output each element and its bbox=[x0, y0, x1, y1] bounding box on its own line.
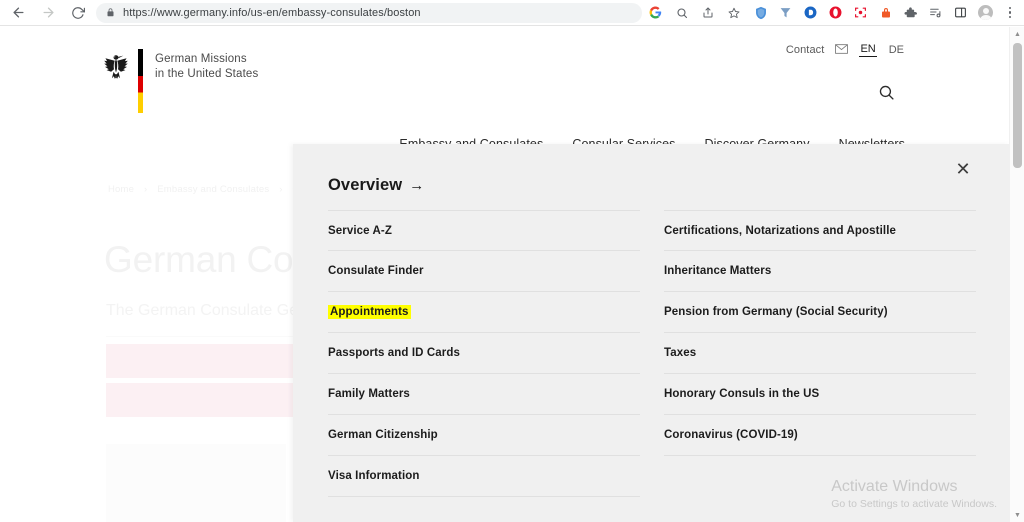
menu-item-label: Appointments bbox=[328, 305, 411, 319]
contact-link[interactable]: Contact bbox=[786, 44, 825, 56]
google-icon[interactable] bbox=[648, 5, 663, 20]
menu-item-appointments[interactable]: Appointments bbox=[328, 292, 640, 333]
menu-item-german-citizenship[interactable]: German Citizenship bbox=[328, 415, 640, 456]
menu-item-label: Consulate Finder bbox=[328, 265, 424, 277]
menu-item-certifications-notarizations-and-apostille[interactable]: Certifications, Notarizations and Aposti… bbox=[664, 210, 976, 251]
lang-de-link[interactable]: DE bbox=[888, 44, 905, 56]
site-search-button[interactable] bbox=[875, 81, 897, 103]
menu-item-coronavirus-covid-19[interactable]: Coronavirus (COVID-19) bbox=[664, 415, 976, 456]
menu-item-visa-information[interactable]: Visa Information bbox=[328, 456, 640, 497]
content-placeholder bbox=[106, 444, 286, 522]
menu-item-consulate-finder[interactable]: Consulate Finder bbox=[328, 251, 640, 292]
mega-menu-columns: Service A-Z Consulate Finder Appointment… bbox=[328, 210, 976, 497]
menu-item-label: Inheritance Matters bbox=[664, 265, 772, 277]
scrollbar-thumb[interactable] bbox=[1013, 43, 1022, 168]
menu-item-honorary-consuls-in-the-us[interactable]: Honorary Consuls in the US bbox=[664, 374, 976, 415]
back-button[interactable] bbox=[8, 3, 28, 23]
menu-item-family-matters[interactable]: Family Matters bbox=[328, 374, 640, 415]
share-icon[interactable] bbox=[700, 5, 715, 20]
overview-link[interactable]: Overview → bbox=[328, 176, 424, 195]
lock-icon bbox=[106, 7, 115, 18]
chrome-menu-icon[interactable] bbox=[1003, 5, 1017, 20]
logo-text: German Missions in the United States bbox=[155, 49, 258, 81]
site-logo[interactable]: German Missions in the United States bbox=[103, 49, 258, 113]
omnibox-actions bbox=[648, 5, 749, 20]
german-eagle-icon bbox=[104, 55, 128, 79]
browser-toolbar: https://www.germany.info/us-en/embassy-c… bbox=[0, 0, 1024, 26]
vpn-shield-icon[interactable] bbox=[753, 5, 768, 20]
omnibox-search-icon[interactable] bbox=[674, 5, 689, 20]
logo-line-1: German Missions bbox=[155, 53, 247, 65]
menu-item-label: Honorary Consuls in the US bbox=[664, 388, 820, 400]
breadcrumb-separator: › bbox=[144, 184, 148, 195]
puzzle-extensions-icon[interactable] bbox=[903, 5, 918, 20]
bookmark-star-icon[interactable] bbox=[726, 5, 741, 20]
menu-item-pension-from-germany[interactable]: Pension from Germany (Social Security) bbox=[664, 292, 976, 333]
reload-button[interactable] bbox=[68, 3, 88, 23]
extension-icons bbox=[749, 5, 1024, 20]
opera-red-icon[interactable] bbox=[828, 5, 843, 20]
arrow-right-icon: → bbox=[409, 177, 425, 194]
breadcrumb-item-home[interactable]: Home bbox=[108, 184, 134, 195]
menu-item-passports-and-id-cards[interactable]: Passports and ID Cards bbox=[328, 333, 640, 374]
profile-avatar[interactable] bbox=[978, 5, 993, 20]
scroll-down-arrow-icon[interactable]: ▼ bbox=[1010, 508, 1024, 522]
menu-item-label: Certifications, Notarizations and Aposti… bbox=[664, 224, 896, 237]
mega-menu-panel: ✕ Overview → Service A-Z Consulate Finde… bbox=[293, 144, 1009, 522]
menu-item-taxes[interactable]: Taxes bbox=[664, 333, 976, 374]
menu-item-label: Passports and ID Cards bbox=[328, 347, 460, 359]
scroll-up-arrow-icon[interactable]: ▲ bbox=[1010, 27, 1024, 41]
page-scrollbar[interactable]: ▲ ▼ bbox=[1009, 27, 1024, 522]
page-viewport: Home › Embassy and Consulates › Consul G… bbox=[0, 27, 1024, 522]
breadcrumb-item-embassy[interactable]: Embassy and Consulates bbox=[157, 184, 269, 195]
reading-list-icon[interactable] bbox=[928, 5, 943, 20]
menu-item-label: Service A-Z bbox=[328, 224, 392, 237]
envelope-icon[interactable] bbox=[835, 43, 849, 57]
site-header: German Missions in the United States Con… bbox=[0, 27, 1009, 159]
mega-menu-right-column: Certifications, Notarizations and Aposti… bbox=[664, 210, 976, 497]
blue-circle-extension-icon[interactable] bbox=[803, 5, 818, 20]
navigation-buttons bbox=[0, 3, 88, 23]
lang-en-link[interactable]: EN bbox=[859, 43, 877, 57]
url-text: https://www.germany.info/us-en/embassy-c… bbox=[123, 6, 421, 19]
close-icon[interactable]: ✕ bbox=[949, 155, 977, 183]
menu-item-label: Coronavirus (COVID-19) bbox=[664, 429, 798, 441]
side-panel-icon[interactable] bbox=[953, 5, 968, 20]
german-flag-bar bbox=[138, 49, 143, 113]
forward-button[interactable] bbox=[38, 3, 58, 23]
password-manager-icon[interactable] bbox=[878, 5, 893, 20]
menu-item-label: Family Matters bbox=[328, 388, 410, 400]
menu-item-inheritance-matters[interactable]: Inheritance Matters bbox=[664, 251, 976, 292]
filter-funnel-icon[interactable] bbox=[778, 5, 793, 20]
screenshot-capture-icon[interactable] bbox=[853, 5, 868, 20]
address-bar[interactable]: https://www.germany.info/us-en/embassy-c… bbox=[96, 2, 642, 23]
breadcrumb-separator: › bbox=[279, 184, 283, 195]
menu-item-label: German Citizenship bbox=[328, 429, 438, 441]
overview-label: Overview bbox=[328, 176, 403, 194]
logo-line-2: in the United States bbox=[155, 67, 259, 80]
menu-item-label: Taxes bbox=[664, 347, 697, 359]
mega-menu-left-column: Service A-Z Consulate Finder Appointment… bbox=[328, 210, 640, 497]
menu-item-label: Visa Information bbox=[328, 470, 420, 482]
page-subtitle: The German Consulate Gene bbox=[106, 302, 316, 319]
breadcrumb: Home › Embassy and Consulates › Consul bbox=[108, 184, 323, 195]
menu-item-label: Pension from Germany (Social Security) bbox=[664, 306, 888, 318]
search-icon bbox=[879, 85, 894, 100]
meta-navigation: Contact EN DE bbox=[786, 43, 905, 57]
menu-item-service-a-z[interactable]: Service A-Z bbox=[328, 210, 640, 251]
